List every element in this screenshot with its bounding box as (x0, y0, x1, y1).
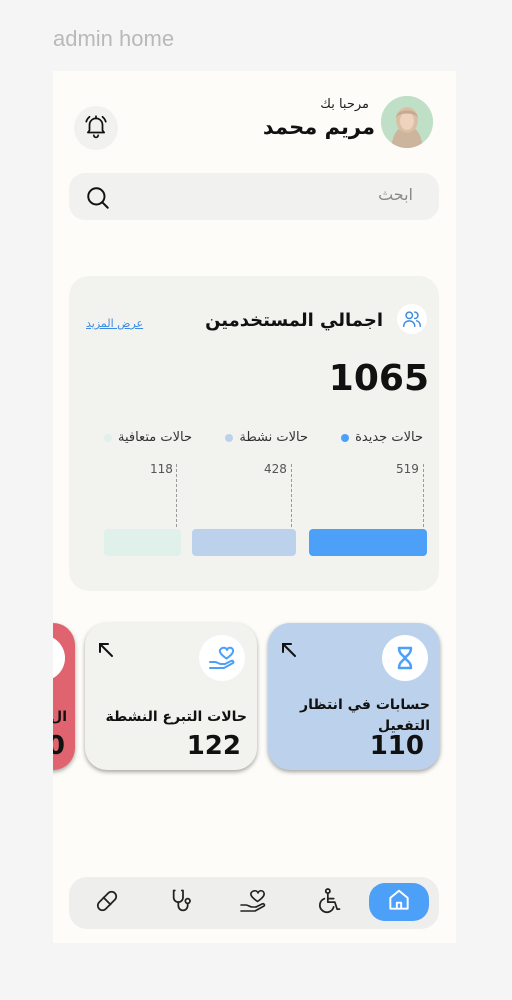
bar-value-recovered: 118 (150, 462, 173, 476)
users-summary-card: اجمالي المستخدمين عرض المزيد 1065 حالات … (69, 276, 439, 591)
legend-label: حالات نشطة (239, 430, 308, 445)
see-more-link[interactable]: عرض المزيد (86, 317, 143, 330)
card-label: حالات التبرع النشطة (105, 709, 248, 725)
partial-stat-card[interactable]: ال 0 (53, 623, 75, 770)
nav-medicine[interactable] (89, 885, 125, 921)
wheelchair-icon (315, 887, 343, 919)
card-value: 0 (53, 731, 65, 761)
search-bar[interactable] (69, 173, 439, 220)
bar-value-active: 428 (264, 462, 287, 476)
bell-icon (83, 113, 109, 143)
users-total-count: 1065 (328, 358, 429, 399)
bar-value-new: 519 (396, 462, 419, 476)
nav-home[interactable] (369, 883, 429, 921)
stethoscope-icon (169, 887, 197, 919)
legend-recovered-cases: حالات متعافية (103, 430, 192, 445)
legend-new-cases: حالات جديدة (341, 430, 423, 445)
legend-dot (103, 433, 112, 442)
legend-dot (341, 433, 350, 442)
legend-active-cases: حالات نشطة (225, 430, 308, 445)
bar-guide-line (291, 464, 292, 527)
donation-hand-icon (238, 887, 268, 919)
legend-dot (225, 433, 234, 442)
users-card-title: اجمالي المستخدمين (205, 310, 383, 331)
hourglass-icon (382, 635, 428, 681)
notifications-button[interactable] (74, 106, 118, 150)
bar-active-cases (192, 529, 296, 556)
bottom-navigation (69, 877, 439, 929)
pending-activation-card[interactable]: حسابات في انتظار التفعيل 110 (268, 623, 440, 770)
frame-title: admin home (53, 26, 175, 51)
card-label: ال (53, 709, 67, 725)
greeting-text: مرحبا بك (320, 97, 369, 112)
nav-wheelchair[interactable] (311, 885, 347, 921)
bar-guide-line (423, 464, 424, 527)
users-icon (397, 304, 427, 334)
user-name: مريم محمد (262, 115, 375, 139)
arrow-up-left-icon[interactable] (97, 641, 115, 663)
bar-guide-line (176, 464, 177, 527)
active-donation-card[interactable]: حالات التبرع النشطة 122 (85, 623, 257, 770)
card-value: 122 (186, 731, 241, 761)
home-icon (386, 887, 412, 917)
bar-recovered-cases (104, 529, 181, 556)
search-icon[interactable] (85, 185, 111, 215)
card-icon (53, 635, 65, 681)
search-input[interactable] (141, 184, 415, 205)
pill-icon (93, 887, 121, 919)
donation-hand-icon (199, 635, 245, 681)
nav-medical[interactable] (165, 885, 201, 921)
nav-donations[interactable] (235, 885, 271, 921)
bar-new-cases (309, 529, 427, 556)
phone-screen: مرحبا بك مريم محمد اجمالي المس (53, 71, 456, 943)
legend-label: حالات متعافية (117, 430, 192, 445)
avatar[interactable] (381, 96, 433, 148)
card-value: 110 (369, 731, 424, 761)
arrow-up-left-icon[interactable] (280, 641, 298, 663)
legend-label: حالات جديدة (355, 430, 423, 445)
